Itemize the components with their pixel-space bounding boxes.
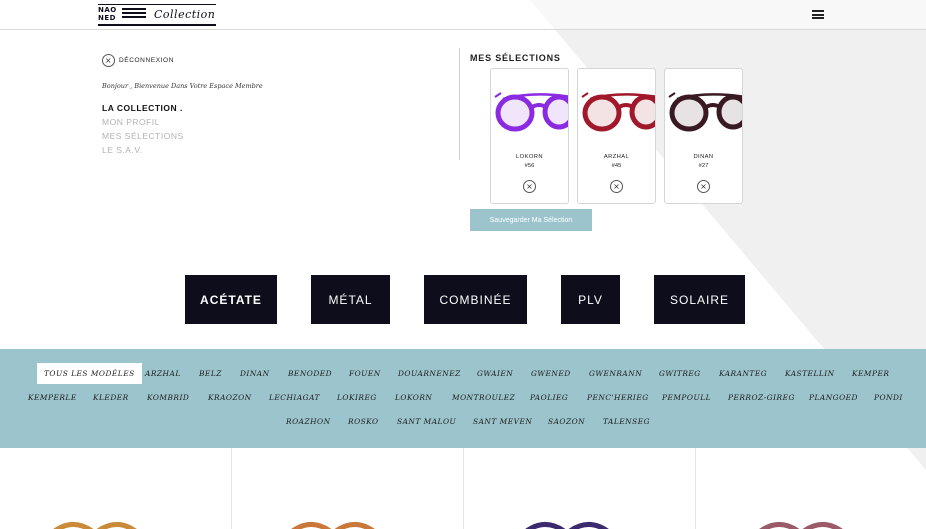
logo[interactable]: NAO NED Collection	[98, 4, 216, 26]
nav-item-selections[interactable]: MES SÉLECTIONS	[102, 129, 362, 143]
hamburger-menu-icon[interactable]	[812, 10, 824, 19]
material-button-solar[interactable]: SOLAIRE	[654, 275, 745, 324]
logo-mark-top: NAO	[98, 6, 117, 14]
product-tile[interactable]	[464, 448, 696, 529]
close-circle-icon: ×	[102, 54, 115, 67]
filter-item[interactable]: LECHIAGAT	[269, 393, 320, 402]
filter-item[interactable]: KOMBRID	[147, 393, 189, 402]
nav-item-sav[interactable]: LE S.A.V.	[102, 143, 362, 157]
filter-item[interactable]: SAOZON	[548, 417, 585, 426]
selection-card[interactable]: LOKORN #56 ×	[490, 68, 569, 204]
filter-item[interactable]: PERROZ-GIREG	[728, 393, 795, 402]
filter-item[interactable]: KLEDER	[93, 393, 129, 402]
logo-mark-bottom: NED	[98, 14, 116, 22]
remove-selection-icon[interactable]: ×	[610, 180, 623, 193]
filter-item[interactable]: LOKIREG	[337, 393, 377, 402]
material-button-metal[interactable]: MÉTAL	[311, 275, 390, 324]
logout-label: DÉCONNEXION	[119, 57, 174, 64]
header-bar: NAO NED Collection	[0, 0, 926, 30]
product-tile[interactable]	[0, 448, 232, 529]
red-glasses-image	[581, 92, 655, 132]
member-nav: LA COLLECTION . MON PROFIL MES SÉLECTION…	[102, 101, 362, 157]
logo-mark: NAO NED	[98, 6, 120, 24]
filter-item[interactable]: ARZHAL	[145, 369, 181, 378]
filter-item[interactable]: PEMPOULL	[662, 393, 711, 402]
filter-item[interactable]: GWAIEN	[477, 369, 513, 378]
member-area: × DÉCONNEXION Bonjour , Bienvenue Dans V…	[102, 54, 362, 157]
selection-number: #56	[524, 163, 535, 169]
filter-item[interactable]: BENODED	[288, 369, 332, 378]
logo-wordmark: Collection	[154, 8, 216, 21]
filter-item[interactable]: ROAZHON	[286, 417, 331, 426]
logout-link[interactable]: × DÉCONNEXION	[102, 54, 362, 67]
selection-card[interactable]: DINAN #27 ×	[664, 68, 743, 204]
filter-item[interactable]: LOKORN	[395, 393, 432, 402]
selection-cards: LOKORN #56 × ARZHAL #45 × DINAN #27 ×	[490, 68, 743, 204]
material-button-combined[interactable]: COMBINÉE	[424, 275, 527, 324]
glasses-image	[759, 522, 843, 529]
filter-item[interactable]: KEMPERLE	[28, 393, 77, 402]
selections-title: MES SÉLECTIONS	[470, 53, 561, 63]
vertical-divider	[459, 48, 460, 160]
glasses-image	[53, 522, 137, 529]
glasses-image	[525, 522, 609, 529]
filter-item[interactable]: MONTROULEZ	[452, 393, 515, 402]
filter-item[interactable]: SANT MALOU	[397, 417, 456, 426]
filter-item[interactable]: KARANTEG	[719, 369, 767, 378]
filter-item[interactable]: GWENED	[531, 369, 571, 378]
filter-item[interactable]: TALENSEG	[603, 417, 650, 426]
selection-name: DINAN	[693, 154, 714, 160]
filter-item[interactable]: BELZ	[199, 369, 222, 378]
remove-selection-icon[interactable]: ×	[697, 180, 710, 193]
filter-item[interactable]: KEMPER	[852, 369, 889, 378]
filter-item[interactable]: DINAN	[240, 369, 270, 378]
filter-item[interactable]: DOUARNENEZ	[398, 369, 461, 378]
filter-all-models[interactable]: TOUS LES MODÈLES	[37, 363, 142, 384]
product-tile[interactable]	[696, 448, 926, 529]
tortoise-glasses-image	[668, 92, 742, 132]
filter-item[interactable]: ROSKO	[348, 417, 379, 426]
filter-item[interactable]: SANT MEVEN	[473, 417, 532, 426]
product-tile[interactable]	[232, 448, 464, 529]
selection-number: #45	[611, 163, 622, 169]
purple-glasses-image	[494, 92, 568, 132]
filter-item[interactable]: GWITREG	[659, 369, 701, 378]
filter-item[interactable]: PAOLIEG	[530, 393, 568, 402]
filter-item[interactable]: FOUEN	[349, 369, 381, 378]
glasses-image	[291, 522, 375, 529]
selection-name: LOKORN	[516, 154, 543, 160]
filter-item[interactable]: PONDI	[874, 393, 903, 402]
selection-number: #27	[698, 163, 709, 169]
logo-underline	[98, 24, 216, 26]
logo-stripes	[122, 8, 146, 22]
product-grid	[0, 448, 926, 529]
nav-item-collection[interactable]: LA COLLECTION .	[102, 101, 362, 115]
logo-top-rule	[98, 4, 216, 5]
filter-item[interactable]: PLANGOED	[809, 393, 858, 402]
filter-item[interactable]: KRAOZON	[208, 393, 252, 402]
remove-selection-icon[interactable]: ×	[523, 180, 536, 193]
save-selection-button[interactable]: Sauvegarder Ma Sélection	[470, 209, 592, 231]
material-button-plv[interactable]: PLV	[561, 275, 620, 324]
filter-item[interactable]: GWENRANN	[589, 369, 642, 378]
filter-item[interactable]: KASTELLIN	[785, 369, 835, 378]
nav-item-profile[interactable]: MON PROFIL	[102, 115, 362, 129]
filter-item[interactable]: PENC'HERIEG	[587, 393, 649, 402]
selection-card[interactable]: ARZHAL #45 ×	[577, 68, 656, 204]
selection-name: ARZHAL	[603, 154, 630, 160]
material-button-acetate[interactable]: ACÉTATE	[185, 275, 277, 324]
welcome-message: Bonjour , Bienvenue Dans Votre Espace Me…	[102, 82, 263, 90]
